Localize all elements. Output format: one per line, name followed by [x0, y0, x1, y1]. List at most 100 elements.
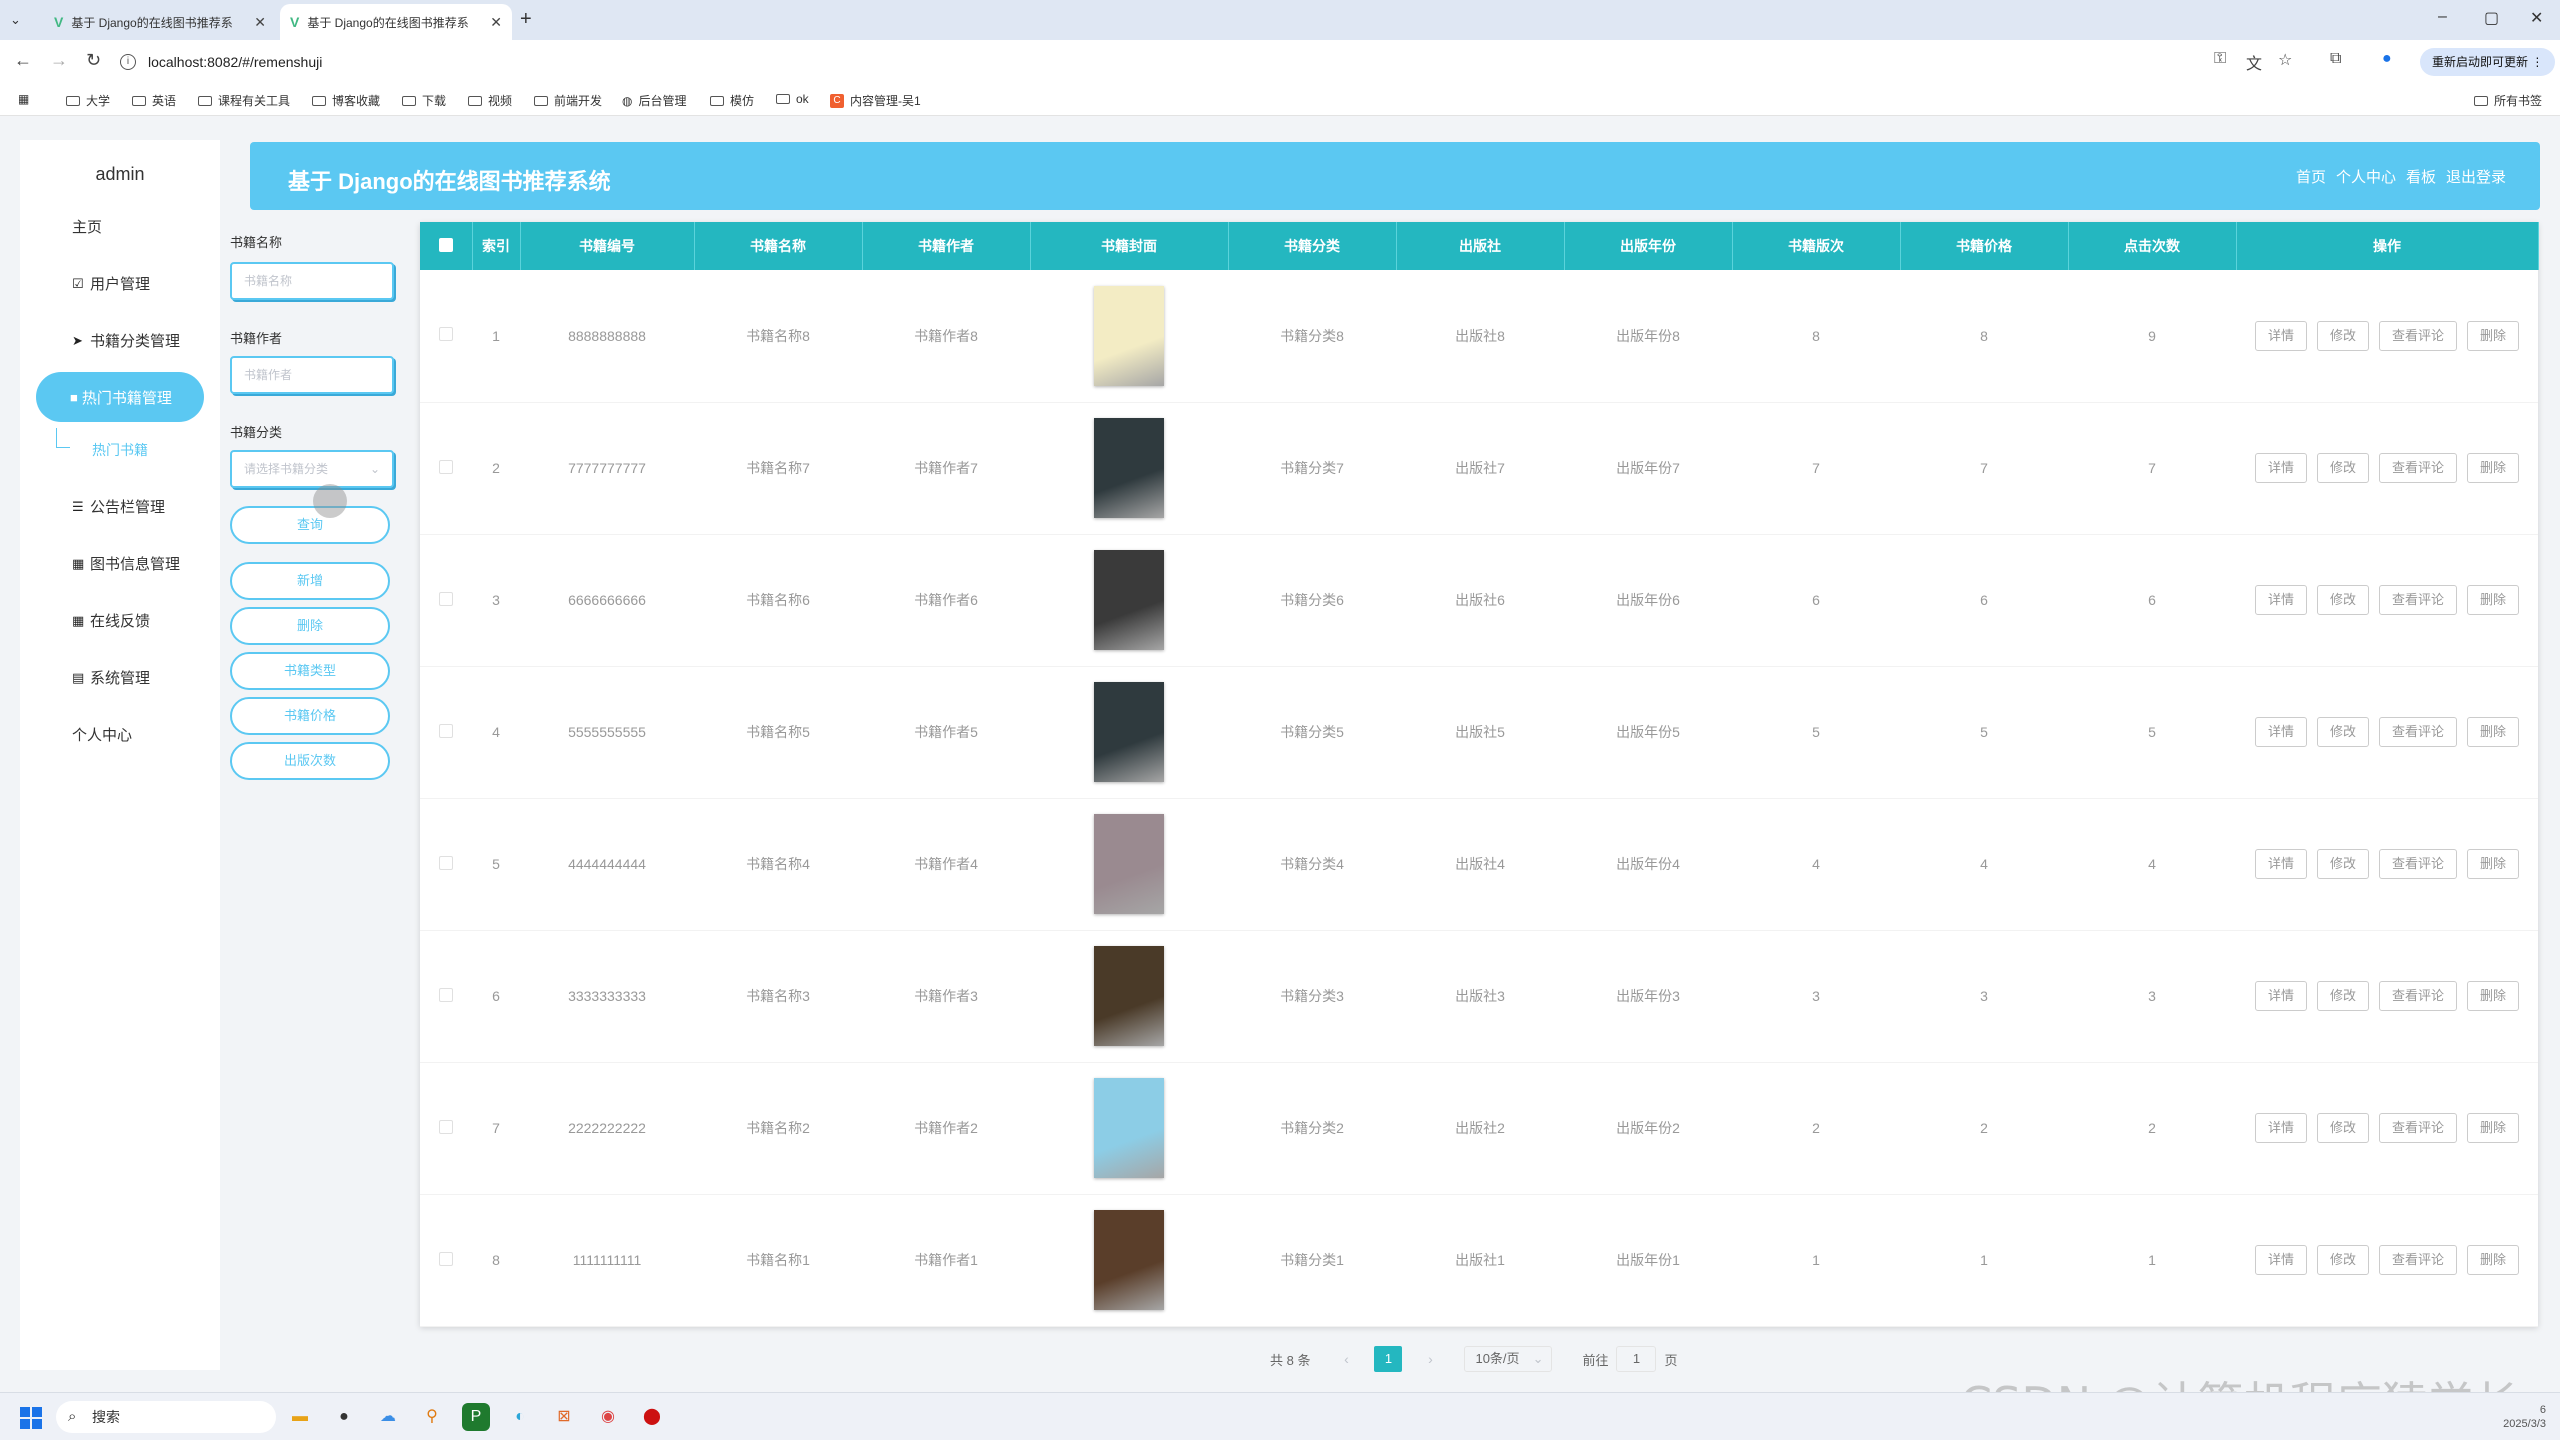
row-checkbox[interactable] — [439, 723, 453, 738]
close-icon[interactable]: ✕ — [490, 14, 502, 31]
row-delete-button[interactable]: 删除 — [2467, 849, 2520, 879]
sidebar-item-hot-books[interactable]: ■ 热门书籍管理 — [36, 372, 204, 422]
search-tool-icon[interactable]: ⚲ — [418, 1403, 446, 1431]
row-checkbox[interactable] — [439, 855, 453, 870]
book-name-input[interactable]: 书籍名称 — [230, 262, 394, 300]
view-comments-button[interactable]: 查看评论 — [2379, 585, 2458, 615]
extensions-icon[interactable]: ⧉ — [2330, 50, 2341, 68]
next-page-icon[interactable]: › — [1416, 1351, 1444, 1367]
bookmark-folder[interactable]: 博客收藏 — [312, 92, 380, 109]
detail-button[interactable]: 详情 — [2254, 981, 2307, 1011]
file-explorer-icon[interactable]: ▬ — [286, 1403, 314, 1431]
apps-grid-icon[interactable]: ▦ — [18, 92, 29, 106]
sidebar-item-home[interactable]: 主页 — [72, 216, 102, 237]
all-bookmarks[interactable]: 所有书签 — [2474, 92, 2542, 109]
view-comments-button[interactable]: 查看评论 — [2379, 849, 2458, 879]
sidebar-item-announcements[interactable]: ☰ 公告栏管理 — [72, 496, 165, 517]
view-comments-button[interactable]: 查看评论 — [2379, 981, 2458, 1011]
row-checkbox[interactable] — [439, 1251, 453, 1266]
chrome-icon[interactable]: ◉ — [594, 1403, 622, 1431]
book-type-chart-button[interactable]: 书籍类型 — [230, 652, 390, 690]
row-checkbox-cell[interactable] — [420, 930, 472, 1063]
row-checkbox-cell[interactable] — [420, 798, 472, 931]
row-checkbox-cell[interactable] — [420, 666, 472, 799]
bookmark-folder[interactable]: 下载 — [402, 92, 446, 109]
row-delete-button[interactable]: 删除 — [2467, 320, 2520, 351]
app-icon[interactable]: ⊠ — [550, 1403, 578, 1431]
delete-button[interactable]: 删除 — [230, 607, 390, 645]
goto-page-input[interactable]: 1 — [1616, 1346, 1657, 1372]
detail-button[interactable]: 详情 — [2254, 849, 2307, 879]
row-delete-button[interactable]: 删除 — [2467, 1245, 2520, 1275]
row-checkbox[interactable] — [439, 1119, 453, 1134]
sidebar-subitem-hot-books[interactable]: 热门书籍 — [92, 440, 148, 460]
star-icon[interactable]: ☆ — [2278, 50, 2292, 70]
book-cover-image[interactable] — [1094, 285, 1164, 386]
qq-icon[interactable]: ● — [330, 1403, 358, 1431]
detail-button[interactable]: 详情 — [2254, 1245, 2307, 1275]
site-info-icon[interactable]: i — [120, 54, 136, 70]
book-cover-image[interactable] — [1094, 550, 1164, 650]
detail-button[interactable]: 详情 — [2254, 585, 2307, 615]
sidebar-item-profile[interactable]: 个人中心 — [72, 724, 132, 745]
edit-button[interactable]: 修改 — [2316, 717, 2369, 747]
bookmark-folder[interactable]: 视频 — [468, 92, 512, 109]
bookmark-folder[interactable]: 课程有关工具 — [198, 92, 290, 109]
row-checkbox[interactable] — [439, 327, 453, 342]
close-icon[interactable]: ✕ — [254, 14, 266, 31]
edit-button[interactable]: 修改 — [2316, 981, 2369, 1011]
translate-icon[interactable]: 文 — [2246, 50, 2262, 74]
view-comments-button[interactable]: 查看评论 — [2379, 1245, 2458, 1275]
row-delete-button[interactable]: 删除 — [2467, 717, 2520, 747]
edit-button[interactable]: 修改 — [2316, 1113, 2369, 1143]
detail-button[interactable]: 详情 — [2254, 453, 2307, 483]
edit-button[interactable]: 修改 — [2316, 1245, 2369, 1275]
header-link-logout[interactable]: 退出登录 — [2446, 166, 2506, 187]
windows-start-icon[interactable] — [20, 1407, 42, 1429]
detail-button[interactable]: 详情 — [2254, 320, 2307, 351]
row-checkbox-cell[interactable] — [420, 1194, 472, 1327]
edit-button[interactable]: 修改 — [2316, 585, 2369, 615]
book-cover-image[interactable] — [1094, 682, 1164, 782]
select-all-checkbox[interactable] — [438, 237, 453, 252]
edition-chart-button[interactable]: 出版次数 — [230, 742, 390, 780]
record-icon[interactable]: ⬤ — [638, 1403, 666, 1431]
book-cover-image[interactable] — [1094, 1078, 1164, 1178]
close-window-button[interactable]: ✕ — [2530, 8, 2543, 28]
row-checkbox[interactable] — [439, 591, 453, 606]
book-cover-image[interactable] — [1094, 418, 1164, 518]
book-price-chart-button[interactable]: 书籍价格 — [230, 697, 390, 735]
forward-icon[interactable]: → — [50, 50, 68, 71]
back-icon[interactable]: ← — [14, 50, 32, 71]
sidebar-item-users[interactable]: ☑ 用户管理 — [72, 273, 150, 294]
row-checkbox[interactable] — [439, 459, 453, 474]
edit-button[interactable]: 修改 — [2316, 453, 2369, 483]
maximize-button[interactable]: ▢ — [2484, 8, 2499, 28]
header-link-profile[interactable]: 个人中心 — [2336, 166, 2396, 187]
bookmark-folder[interactable]: 英语 — [132, 92, 176, 109]
system-tray[interactable]: 6 2025/3/3 — [2503, 1403, 2546, 1431]
book-cover-image[interactable] — [1094, 946, 1164, 1046]
browser-tab-2[interactable]: V 基于 Django的在线图书推荐系 ✕ — [280, 4, 512, 40]
update-button[interactable]: 重新启动即可更新 ⋮ — [2420, 48, 2556, 76]
select-all-checkbox-cell[interactable] — [420, 222, 473, 270]
bookmark-folder[interactable]: 大学 — [66, 92, 110, 109]
minimize-button[interactable]: – — [2438, 8, 2447, 26]
row-delete-button[interactable]: 删除 — [2467, 585, 2520, 615]
view-comments-button[interactable]: 查看评论 — [2379, 320, 2458, 351]
edge-icon[interactable]: ◐ — [506, 1403, 534, 1431]
bookmark-folder[interactable]: 前端开发 — [534, 92, 602, 109]
sidebar-item-feedback[interactable]: ▦ 在线反馈 — [72, 610, 150, 631]
bookmark-link[interactable]: ◍ 后台管理 — [622, 92, 687, 109]
detail-button[interactable]: 详情 — [2254, 717, 2307, 747]
sidebar-item-book-info[interactable]: ▦ 图书信息管理 — [72, 553, 180, 574]
row-checkbox[interactable] — [439, 987, 453, 1002]
reload-icon[interactable]: ↻ — [86, 50, 101, 71]
row-delete-button[interactable]: 删除 — [2467, 453, 2520, 483]
view-comments-button[interactable]: 查看评论 — [2379, 1113, 2458, 1143]
header-link-home[interactable]: 首页 — [2296, 166, 2326, 187]
detail-button[interactable]: 详情 — [2254, 1113, 2307, 1143]
url-field[interactable]: i localhost:8082/#/remenshuji — [120, 46, 2180, 78]
row-delete-button[interactable]: 删除 — [2467, 981, 2520, 1011]
tab-search-icon[interactable]: ⌄ — [10, 12, 26, 28]
